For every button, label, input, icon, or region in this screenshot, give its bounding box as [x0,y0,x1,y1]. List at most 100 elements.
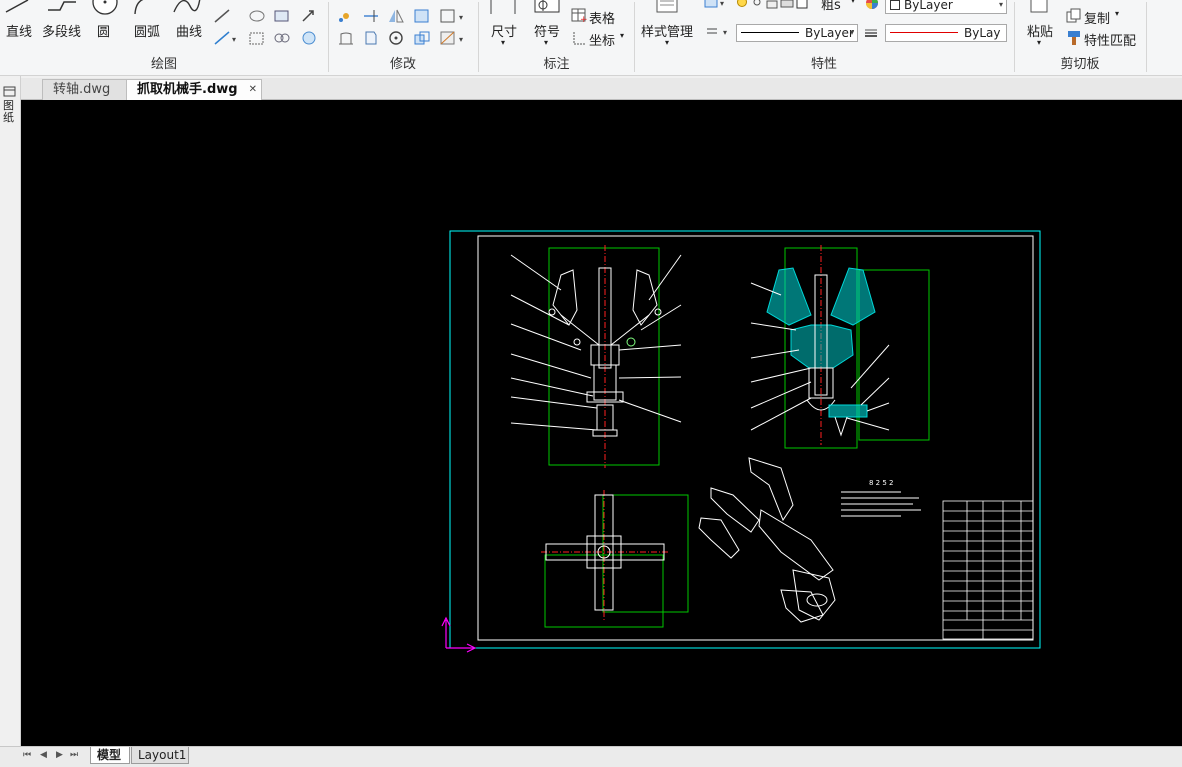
tab-model[interactable]: 模型 [90,747,130,764]
panel-clipboard: 粘贴 ▾ 复制 ▾ 特性匹配 剪切板 [1015,0,1145,76]
tab-model-label: 模型 [97,748,122,762]
left-toolstrip: 图纸 [0,76,21,746]
dimension-icon [489,0,519,16]
lightbulb-icon[interactable] [735,0,749,10]
tab-zhuanzhou[interactable]: 转轴.dwg [42,79,132,100]
rectangle-icon[interactable]: ▾ [439,8,469,24]
coordinate-dropdown-icon[interactable]: ▾ [620,31,624,40]
boundary-icon[interactable] [248,30,266,46]
layer-dropdown-icon[interactable]: ▾ [851,0,855,5]
array-icon[interactable] [413,8,431,24]
match-properties-button[interactable]: 特性匹配 [1084,30,1136,49]
tab-zhuaqu-jixieshou[interactable]: 抓取机械手.dwg ✕ [126,79,262,100]
drawing: 8 2 5 2 [441,230,1041,653]
document-tab-bar: 转轴.dwg 抓取机械手.dwg ✕ [21,78,1182,100]
linetype-icon[interactable]: ▾ [705,25,735,39]
trim-icon[interactable] [362,8,380,24]
lineweight-dropdown[interactable]: ByLay [885,24,1007,42]
table-button[interactable]: 表格 [589,8,615,27]
technical-notes: 8 2 5 2 [841,479,921,517]
layout-tab-bar: ⏮ ◀ ▶ ⏭ 模型 Layout1 [0,746,1182,767]
line-button[interactable]: 直线 [6,21,32,40]
layer-name-partial[interactable]: 粗s [821,0,841,13]
linetype-dropdown[interactable]: ByLayer ▾ [736,24,858,42]
style-manager-icon [655,0,679,14]
circle-button[interactable]: 圆 [97,21,110,40]
dimension-dropdown-icon[interactable]: ▾ [501,38,505,47]
style-manager-dropdown-icon[interactable]: ▾ [665,38,669,47]
arc-icon [132,0,154,16]
color-dropdown-caret-icon: ▾ [998,0,1003,9]
color-dropdown[interactable]: ByLayer ▾ [885,0,1007,14]
panel-clipboard-title: 剪切板 [1060,57,1100,72]
lineweight-value: ByLay [964,26,1001,40]
curve-icon [172,0,202,16]
sheet-set-label[interactable]: 图纸 [3,100,15,124]
paste-dropdown-icon[interactable]: ▾ [1037,38,1041,47]
circle-icon [90,0,120,16]
lock-icon[interactable] [765,0,779,10]
coordinate-icon [570,30,588,46]
match-properties-icon [1066,30,1082,46]
copy-objects-icon[interactable] [413,30,431,46]
tab-layout1[interactable]: Layout1 [131,747,189,764]
move-icon[interactable] [337,8,355,24]
revision-cloud-icon[interactable] [248,8,266,24]
last-layout-icon[interactable]: ⏭ [70,750,78,760]
color-wheel-icon[interactable] [864,0,880,13]
wipeout-icon[interactable] [300,30,318,46]
panel-annotate: 尺寸 ▾ 符号 ▾ + 表格 坐标 ▾ 标注 [479,0,634,76]
model-space-canvas[interactable]: 8 2 5 2 [21,100,1182,746]
linetype-preview [741,32,799,33]
first-layout-icon[interactable]: ⏮ [23,750,31,760]
scale-icon[interactable] [362,30,380,46]
section-view [750,245,930,449]
svg-text:+: + [580,15,588,23]
panel-properties-title: 特性 [810,57,837,72]
layer-properties-icon[interactable]: ▾ [703,0,731,10]
polyline-icon [46,0,78,14]
svg-text:▾: ▾ [723,28,727,37]
ribbon: 直线 多段线 圆 圆弧 曲线 ▾ 绘图 ▾ ▾ 修改 尺寸 ▾ 符号 ▾ + 表… [0,0,1182,76]
region-icon[interactable] [273,30,291,46]
copy-dropdown-icon[interactable]: ▾ [1115,9,1119,18]
next-layout-icon[interactable]: ▶ [56,750,63,760]
close-tab-icon[interactable]: ✕ [249,80,257,100]
block-icon[interactable] [273,8,291,24]
sheet-set-icon[interactable] [3,86,17,98]
svg-text:▾: ▾ [232,35,236,44]
symbol-dropdown-icon[interactable]: ▾ [544,38,548,47]
curve-button[interactable]: 曲线 [176,21,202,40]
stretch-icon[interactable] [337,30,355,46]
ray-icon[interactable] [213,8,231,24]
printer-icon[interactable] [780,0,794,10]
lineweight-preview [890,32,958,33]
symbol-icon [533,0,563,14]
panel-modify-title: 修改 [389,57,416,72]
panel-draw-title: 绘图 [150,57,177,72]
svg-text:▾: ▾ [720,0,724,8]
copy-icon [1066,8,1082,24]
color-swatch-icon[interactable] [795,0,809,10]
sun-icon[interactable] [750,0,764,10]
notes-heading: 8 2 5 2 [869,479,894,487]
front-view [510,245,682,468]
panel-annotate-title: 标注 [543,57,570,72]
svg-text:▾: ▾ [459,13,463,22]
panel-properties: 样式管理 ▾ ▾ 粗s ▾ ByLayer ▾ ▾ ByLayer ▾ ByLa… [635,0,1013,76]
top-view [541,490,689,628]
mirror-icon[interactable] [387,8,405,24]
polyline-button[interactable]: 多段线 [42,21,81,40]
arc-button[interactable]: 圆弧 [134,21,160,40]
linetype-dropdown-caret-icon: ▾ [849,28,854,37]
copy-button[interactable]: 复制 [1084,8,1110,27]
paste-icon [1029,0,1051,16]
point-icon[interactable] [300,8,318,24]
prev-layout-icon[interactable]: ◀ [40,750,47,760]
coordinate-button[interactable]: 坐标 [589,30,615,49]
xline-icon[interactable]: ▾ [213,30,239,46]
lineweight-icon[interactable] [864,27,878,39]
ucs-icon [441,616,477,653]
rotate-icon[interactable] [387,30,405,46]
edit-hatch-icon[interactable]: ▾ [439,30,469,46]
